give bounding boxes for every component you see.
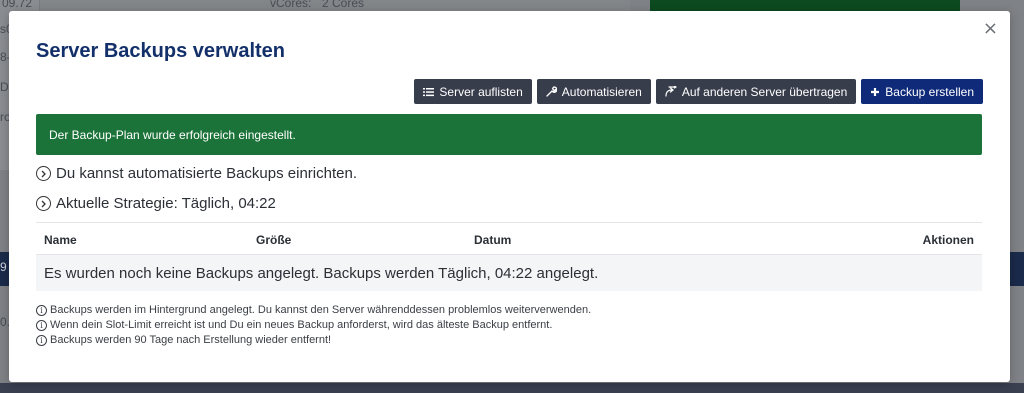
background-vcores-label: vCores: xyxy=(270,0,312,10)
list-icon xyxy=(423,87,435,97)
note-item: i Backups werden 90 Tage nach Erstellung… xyxy=(36,333,591,348)
info-automation-text: Du kannst automatisierte Backups einrich… xyxy=(56,165,357,182)
note-item: i Backups werden im Hintergrund angelegt… xyxy=(36,303,591,318)
alert-text: Der Backup-Plan wurde erfolgreich einges… xyxy=(49,127,296,142)
note-text: Backups werden im Hintergrund angelegt. … xyxy=(50,304,592,316)
info-icon: i xyxy=(36,320,47,331)
table-empty-row: Es wurden noch keine Backups angelegt. B… xyxy=(36,255,982,291)
toolbar: Server auflisten Automatisieren Auf ande… xyxy=(414,79,983,104)
modal-title: Server Backups verwalten xyxy=(36,40,286,62)
table-header: Name Größe Datum Aktionen xyxy=(36,223,982,255)
chevron-circle-icon xyxy=(36,196,51,211)
plus-icon xyxy=(870,87,880,97)
success-alert: Der Backup-Plan wurde erfolgreich einges… xyxy=(36,114,982,155)
info-strategy-text: Aktuelle Strategie: Täglich, 04:22 xyxy=(56,195,276,212)
transfer-label: Auf anderen Server übertragen xyxy=(681,84,848,99)
column-date: Datum xyxy=(474,233,512,247)
info-strategy: Aktuelle Strategie: Täglich, 04:22 xyxy=(36,195,276,212)
info-automation: Du kannst automatisierte Backups einrich… xyxy=(36,165,357,182)
create-backup-button[interactable]: Backup erstellen xyxy=(861,79,983,104)
list-servers-button[interactable]: Server auflisten xyxy=(414,79,532,104)
note-text: Wenn dein Slot-Limit erreicht ist und Du… xyxy=(50,319,553,331)
transfer-button[interactable]: Auf anderen Server übertragen xyxy=(655,79,857,104)
chevron-circle-icon xyxy=(36,166,51,181)
list-servers-label: Server auflisten xyxy=(439,84,523,99)
info-icon: i xyxy=(36,305,47,316)
transfer-icon xyxy=(665,86,677,97)
close-icon[interactable]: × xyxy=(983,20,998,38)
info-icon: i xyxy=(36,335,47,346)
wrench-icon xyxy=(546,86,557,97)
background-text: 09.72 xyxy=(2,0,33,10)
table-empty-text: Es wurden noch keine Backups angelegt. B… xyxy=(44,264,599,282)
backups-table: Name Größe Datum Aktionen Es wurden noch… xyxy=(36,222,982,291)
background-footer xyxy=(0,383,1024,393)
column-name: Name xyxy=(44,233,77,247)
column-size: Größe xyxy=(256,233,292,247)
background-vcores-value: 2 Cores xyxy=(322,0,365,10)
backup-modal: × Server Backups verwalten Server auflis… xyxy=(9,11,1010,382)
background-text: 9 xyxy=(0,260,7,274)
note-text: Backups werden 90 Tage nach Erstellung w… xyxy=(50,334,332,346)
note-item: i Wenn dein Slot-Limit erreicht ist und … xyxy=(36,318,591,333)
notes: i Backups werden im Hintergrund angelegt… xyxy=(36,303,591,348)
column-actions: Aktionen xyxy=(922,233,974,247)
automate-label: Automatisieren xyxy=(561,84,642,99)
automate-button[interactable]: Automatisieren xyxy=(536,79,651,104)
create-backup-label: Backup erstellen xyxy=(885,84,974,99)
